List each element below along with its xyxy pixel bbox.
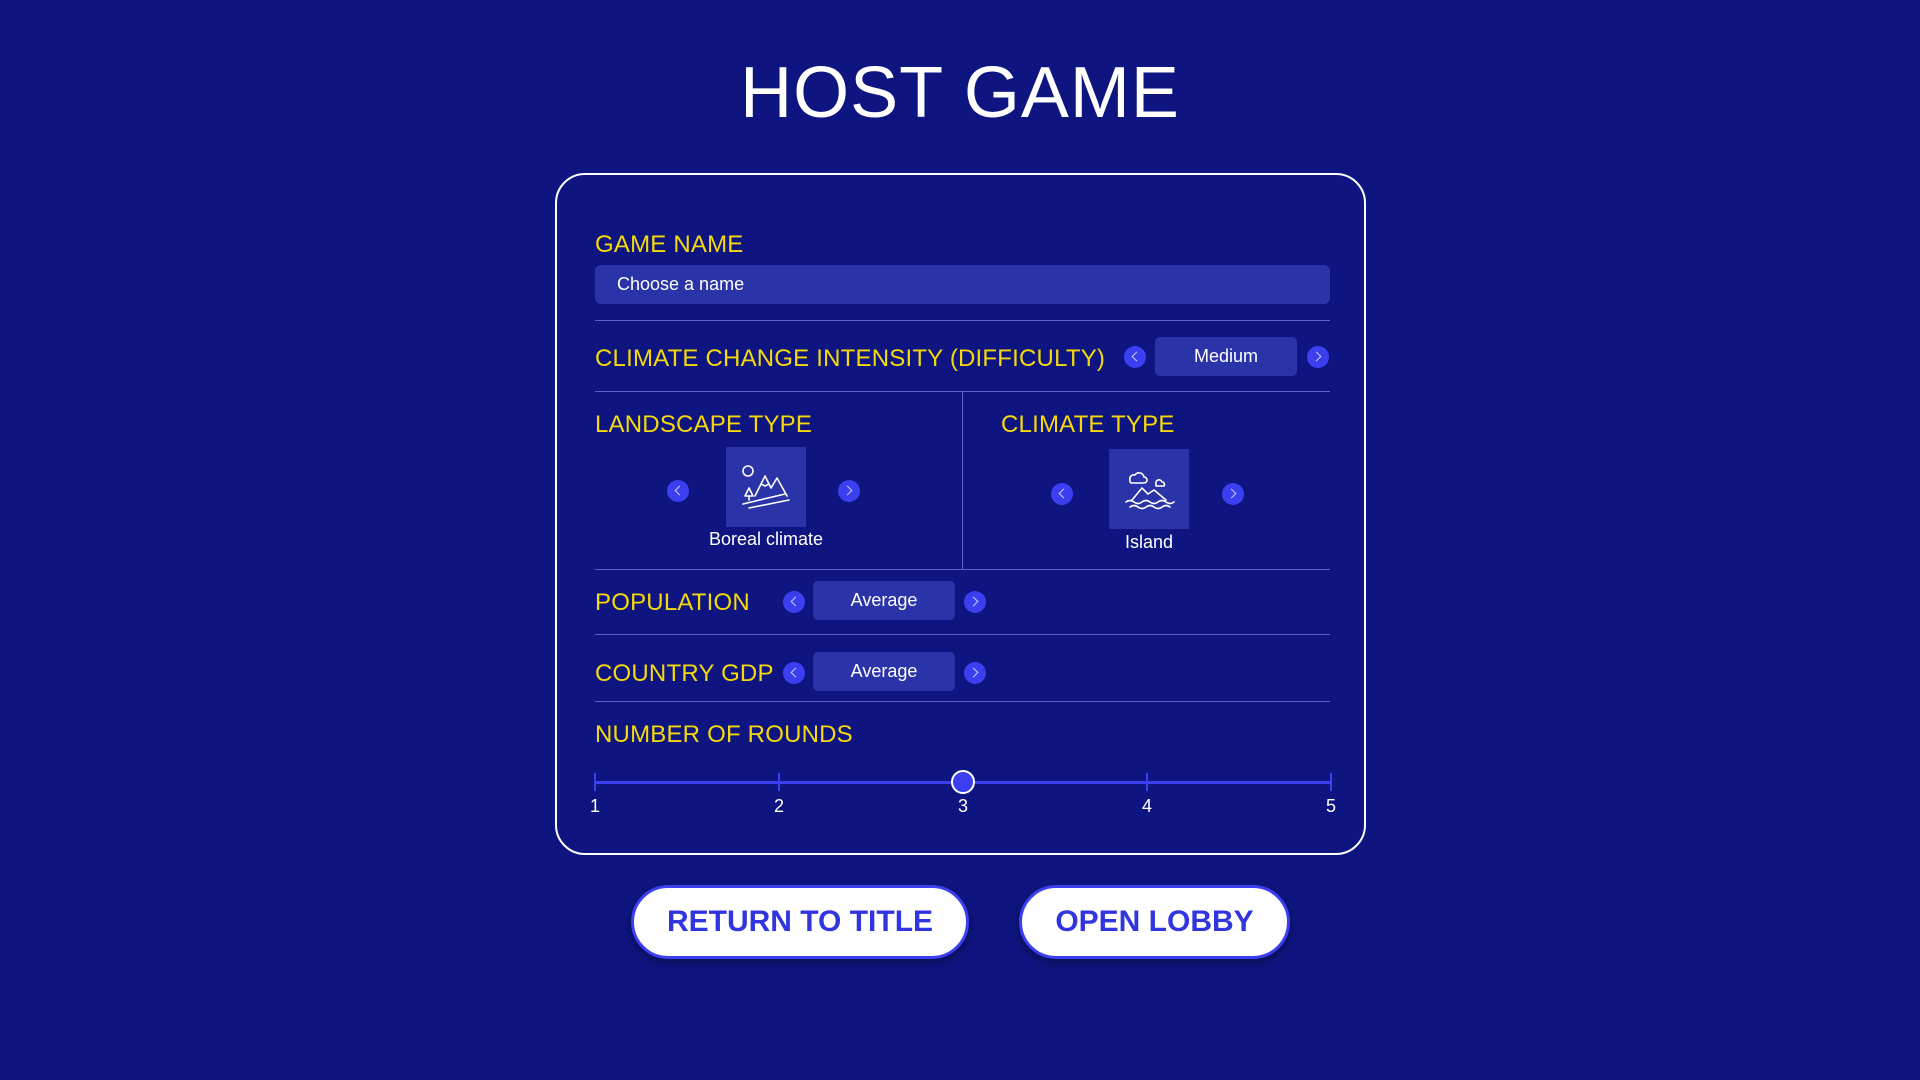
mountain-landscape-icon [742,465,790,509]
climate-icon-tile [1109,449,1189,529]
island-climate-icon [1125,472,1175,510]
difficulty-label: CLIMATE CHANGE INTENSITY (DIFFICULTY) [595,345,1106,372]
difficulty-value: Medium [1155,337,1297,376]
population-next-button[interactable] [964,591,986,613]
rounds-tick [962,773,964,791]
difficulty-prev-button[interactable] [1124,346,1146,368]
population-prev-button[interactable] [783,591,805,613]
rounds-tick [1146,773,1148,791]
climate-next-button[interactable] [1222,483,1244,505]
rounds-tick-label: 4 [1141,796,1152,816]
rounds-label: NUMBER OF ROUNDS [595,721,853,748]
gdp-next-button[interactable] [964,662,986,684]
rounds-tick [1330,773,1332,791]
divider [595,701,1330,702]
gdp-label: COUNTRY GDP [595,660,774,687]
gdp-prev-button[interactable] [783,662,805,684]
divider [595,569,1330,570]
rounds-tick-label: 1 [589,796,600,816]
rounds-tick-label: 5 [1325,796,1336,816]
climate-value: Island [1124,532,1174,552]
game-name-label: GAME NAME [595,231,744,258]
rounds-tick-label: 3 [957,796,968,816]
gdp-value: Average [813,652,955,691]
population-value: Average [813,581,955,620]
difficulty-next-button[interactable] [1307,346,1329,368]
landscape-next-button[interactable] [838,480,860,502]
landscape-type-label: LANDSCAPE TYPE [595,411,813,438]
population-label: POPULATION [595,589,750,616]
return-to-title-button[interactable]: RETURN TO TITLE [631,885,969,959]
host-settings-panel: GAME NAME CLIMATE CHANGE INTENSITY (DIFF… [555,173,1366,855]
game-name-input[interactable] [595,265,1330,304]
open-lobby-button[interactable]: OPEN LOBBY [1019,885,1290,959]
climate-prev-button[interactable] [1051,483,1073,505]
landscape-value: Boreal climate [708,529,824,549]
landscape-prev-button[interactable] [667,480,689,502]
page-title: HOST GAME [740,53,1180,133]
climate-type-label: CLIMATE TYPE [1001,411,1175,438]
divider [595,320,1330,321]
divider [595,634,1330,635]
rounds-tick [594,773,596,791]
column-divider [962,391,963,569]
landscape-icon-tile [726,447,806,527]
rounds-tick-label: 2 [773,796,784,816]
rounds-tick [778,773,780,791]
